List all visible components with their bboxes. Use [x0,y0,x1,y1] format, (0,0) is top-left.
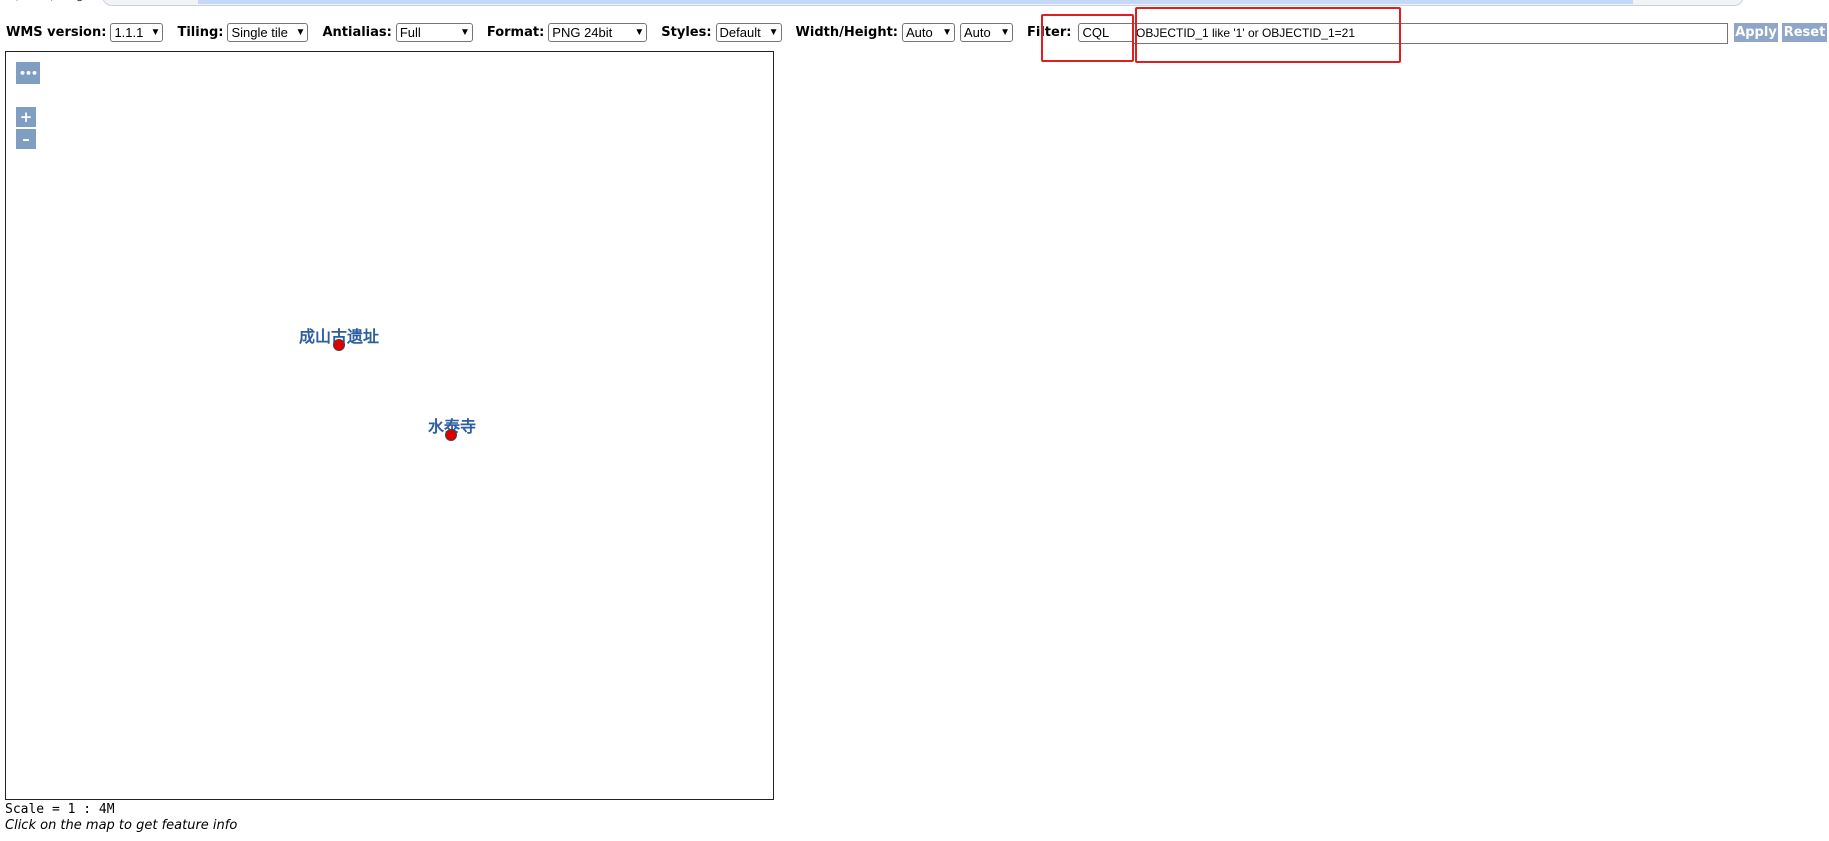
wms-version-value: 1.1.1 [114,24,144,40]
map-toolbar: WMS version: 1.1.1 ▼ Tiling: Single tile… [6,22,1159,42]
map-viewport[interactable]: ••• + – 成山古遗址 水泰寺 [5,51,774,800]
reload-icon[interactable]: ↻ [74,0,85,6]
antialias-select[interactable]: Full ▼ [395,22,473,42]
styles-value: Default [719,24,761,40]
layer-switcher-button[interactable]: ••• [16,62,40,84]
antialias-value: Full [399,24,421,40]
chevron-down-icon: ▼ [150,26,161,38]
forward-icon[interactable]: → [44,0,55,6]
height-value: Auto [964,24,991,40]
width-height-label: Width/Height: [795,24,898,40]
chevron-down-icon: ▼ [942,26,952,38]
address-bar[interactable] [102,0,1744,6]
address-selection [198,0,1633,4]
chevron-down-icon: ▼ [768,26,779,38]
zoom-in-button[interactable]: + [16,107,36,127]
styles-select[interactable]: Default ▼ [715,22,782,42]
chevron-down-icon: ▼ [634,26,645,38]
wms-version-select[interactable]: 1.1.1 ▼ [110,22,164,42]
filter-type-highlight [1041,14,1134,62]
width-value: Auto [906,24,933,40]
tiling-select[interactable]: Single tile ▼ [227,22,309,42]
feature-info-hint: Click on the map to get feature info [5,818,238,833]
wms-version-label: WMS version: [6,24,107,40]
styles-label: Styles: [661,24,712,40]
feature-marker[interactable] [445,429,457,441]
browser-address-bar-remnant: ← → ↻ [0,0,1829,8]
format-label: Format: [486,24,545,40]
format-select[interactable]: PNG 24bit ▼ [548,22,648,42]
apply-button[interactable]: Apply [1734,23,1778,42]
chevron-down-icon: ▼ [295,26,306,38]
filter-expression-highlight [1135,7,1401,63]
scale-readout: Scale = 1 : 4M [5,802,115,817]
reset-button[interactable]: Reset [1782,23,1827,42]
back-icon[interactable]: ← [14,0,25,6]
chevron-down-icon: ▼ [1000,26,1010,38]
tiling-label: Tiling: [177,24,224,40]
height-select[interactable]: Auto ▼ [960,22,1013,42]
chevron-down-icon: ▼ [459,26,470,38]
width-select[interactable]: Auto ▼ [902,22,955,42]
tiling-value: Single tile [231,24,288,40]
zoom-out-button[interactable]: – [16,129,36,149]
format-value: PNG 24bit [552,24,613,40]
antialias-label: Antialias: [322,24,392,40]
feature-marker[interactable] [333,339,345,351]
